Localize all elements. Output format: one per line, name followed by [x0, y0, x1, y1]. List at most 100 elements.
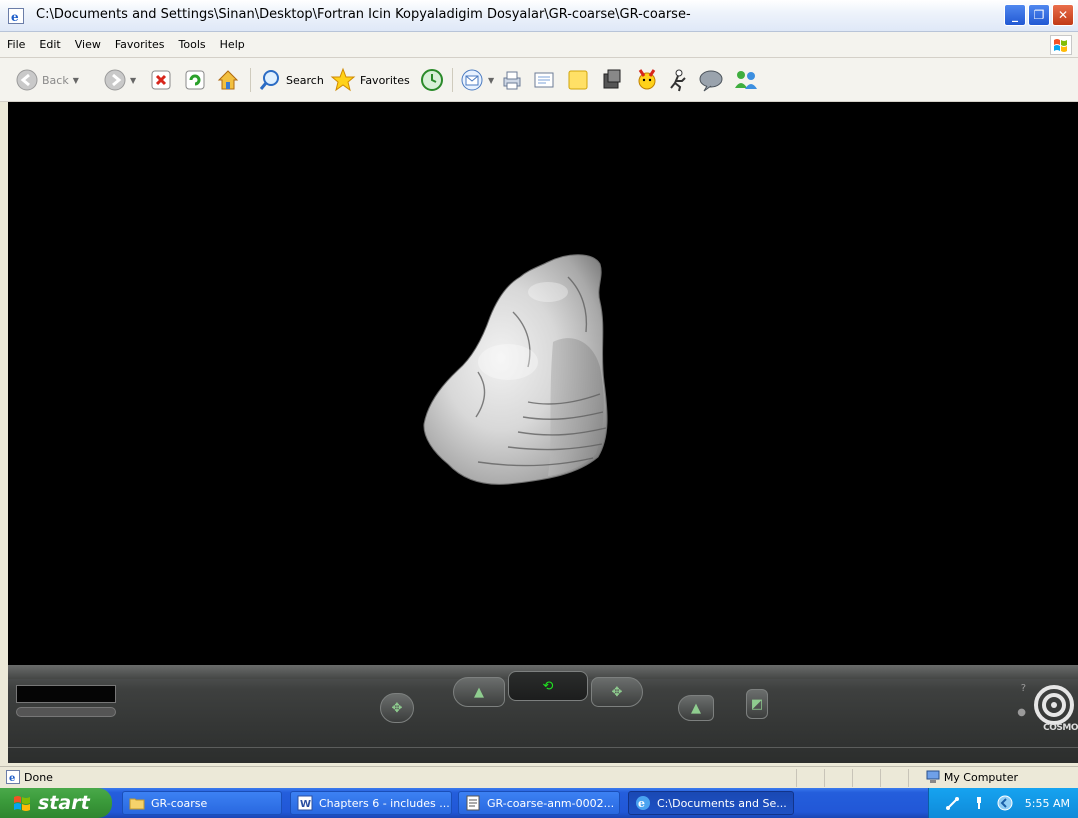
notes-icon: [568, 70, 588, 90]
status-pane: [880, 769, 908, 787]
viewpoint-selector[interactable]: [16, 707, 116, 717]
refresh-icon: [185, 70, 205, 90]
edit-button[interactable]: [532, 66, 556, 94]
mail-button[interactable]: ▼: [460, 66, 494, 94]
stop-button[interactable]: [150, 66, 172, 94]
home-button[interactable]: [216, 66, 240, 94]
rock-model-render: [423, 254, 608, 485]
award-icon: [638, 69, 656, 90]
vrml-viewport[interactable]: [8, 102, 1078, 665]
ie-page-icon: e: [6, 770, 20, 784]
printer-icon: [503, 71, 521, 90]
dashboard-divider: [8, 747, 1078, 748]
preferences-icon[interactable]: ●: [1017, 707, 1026, 718]
status-done: e Done: [6, 770, 53, 784]
status-pane: [852, 769, 880, 787]
search-label: Search: [286, 73, 324, 87]
title-bar: e C:\Documents and Settings\Sinan\Deskto…: [0, 0, 1078, 32]
tilt-icon: ◩: [750, 696, 764, 712]
notepad-icon: [466, 795, 480, 811]
security-zone: My Computer: [926, 770, 1018, 784]
system-tray: 5:55 AM: [928, 788, 1078, 818]
toolbar-separator: [452, 68, 453, 92]
menu-favorites[interactable]: Favorites: [108, 32, 172, 58]
menu-bar: File Edit View Favorites Tools Help: [0, 32, 1078, 58]
seek-triangle-icon: ▲: [691, 700, 701, 716]
toolbar: Back ▼ ▼ Search Favorites ▼: [0, 58, 1078, 102]
ie-icon: e: [636, 796, 650, 810]
minimize-button[interactable]: _: [1004, 4, 1026, 26]
edit-page-icon: [534, 72, 554, 88]
forward-button[interactable]: ▼: [104, 66, 136, 94]
taskbar-item-gr-coarse[interactable]: GR-coarse: [122, 791, 282, 815]
mail-dropdown-icon[interactable]: ▼: [488, 76, 494, 85]
messenger-people-icon: [735, 71, 757, 89]
help-icon[interactable]: ?: [1021, 683, 1026, 694]
taskbar-item-chapters[interactable]: W Chapters 6 - includes ...: [290, 791, 452, 815]
notes-button[interactable]: [566, 66, 590, 94]
menu-help[interactable]: Help: [213, 32, 252, 58]
taskbar-item-gr-coarse-anm[interactable]: GR-coarse-anm-0002...: [458, 791, 620, 815]
discuss-button[interactable]: [698, 66, 724, 94]
tray-connection-icon[interactable]: [973, 795, 985, 811]
history-icon: [421, 69, 443, 91]
close-button[interactable]: ✕: [1052, 4, 1074, 26]
svg-text:e: e: [11, 10, 19, 24]
start-button[interactable]: start: [0, 788, 112, 818]
search-button[interactable]: Search: [258, 66, 324, 94]
tilt-button[interactable]: ◩: [746, 689, 768, 719]
zoom-tool-button[interactable]: ✥: [380, 693, 414, 723]
back-label: Back: [42, 73, 69, 87]
taskbar-item-ie-window[interactable]: e C:\Documents and Se...: [628, 791, 794, 815]
cosmo-player-dashboard: ✥ ▲ ⟲ ✥ ▲ ◩ ? ● COSMO: [8, 665, 1078, 763]
menu-edit[interactable]: Edit: [32, 32, 67, 58]
tray-expand-icon[interactable]: [997, 795, 1013, 811]
ie-app-icon: e: [8, 8, 24, 24]
folder-icon: [129, 798, 145, 810]
windows-flag-icon: [14, 796, 30, 811]
zoom-crosshair-icon: ✥: [391, 700, 403, 716]
go-triangle-icon: ▲: [474, 684, 484, 700]
back-arrow-icon: [16, 69, 38, 91]
cosmo-logo-text: COSMO: [1043, 723, 1078, 733]
menu-tools[interactable]: Tools: [172, 32, 213, 58]
home-icon: [217, 70, 239, 90]
seek-button[interactable]: ▲: [678, 695, 714, 721]
print-button[interactable]: [500, 66, 524, 94]
history-button[interactable]: [420, 66, 444, 94]
forward-dropdown-icon[interactable]: ▼: [130, 76, 136, 85]
stop-icon: [151, 70, 171, 90]
rotate-tool-button[interactable]: ⟲: [508, 671, 588, 701]
task-label: GR-coarse: [151, 796, 208, 810]
award-button[interactable]: [634, 66, 660, 94]
user-button[interactable]: [666, 66, 690, 94]
refresh-button[interactable]: [184, 66, 206, 94]
favorites-label: Favorites: [360, 73, 410, 87]
window-title: C:\Documents and Settings\Sinan\Desktop\…: [36, 7, 691, 22]
favorites-star-icon: [330, 67, 356, 92]
svg-text:W: W: [300, 799, 311, 810]
pan-crosshair-icon: ✥: [611, 684, 623, 700]
favorites-button[interactable]: Favorites: [330, 66, 410, 94]
task-label: GR-coarse-anm-0002...: [487, 796, 615, 810]
tray-network-icon[interactable]: [945, 795, 961, 811]
mail-icon: [461, 69, 483, 91]
menu-file[interactable]: File: [0, 32, 32, 58]
restore-button[interactable]: ❐: [1028, 4, 1050, 26]
my-computer-icon: [926, 770, 940, 783]
back-button[interactable]: Back ▼: [16, 66, 79, 94]
status-pane: [796, 769, 824, 787]
running-man-icon: [670, 69, 686, 92]
go-tool-button[interactable]: ▲: [453, 677, 505, 707]
menu-view[interactable]: View: [68, 32, 108, 58]
messenger-button[interactable]: [600, 66, 624, 94]
word-doc-icon: W: [297, 795, 313, 811]
back-dropdown-icon[interactable]: ▼: [73, 76, 79, 85]
cosmo-logo-icon: [1034, 685, 1074, 725]
discuss-bubble-icon: [699, 70, 723, 92]
rotate-arrows-icon: ⟲: [542, 678, 554, 694]
svg-text:e: e: [9, 773, 15, 784]
forward-arrow-icon: [104, 69, 126, 91]
messenger-people-button[interactable]: [732, 66, 760, 94]
pan-tool-button[interactable]: ✥: [591, 677, 643, 707]
